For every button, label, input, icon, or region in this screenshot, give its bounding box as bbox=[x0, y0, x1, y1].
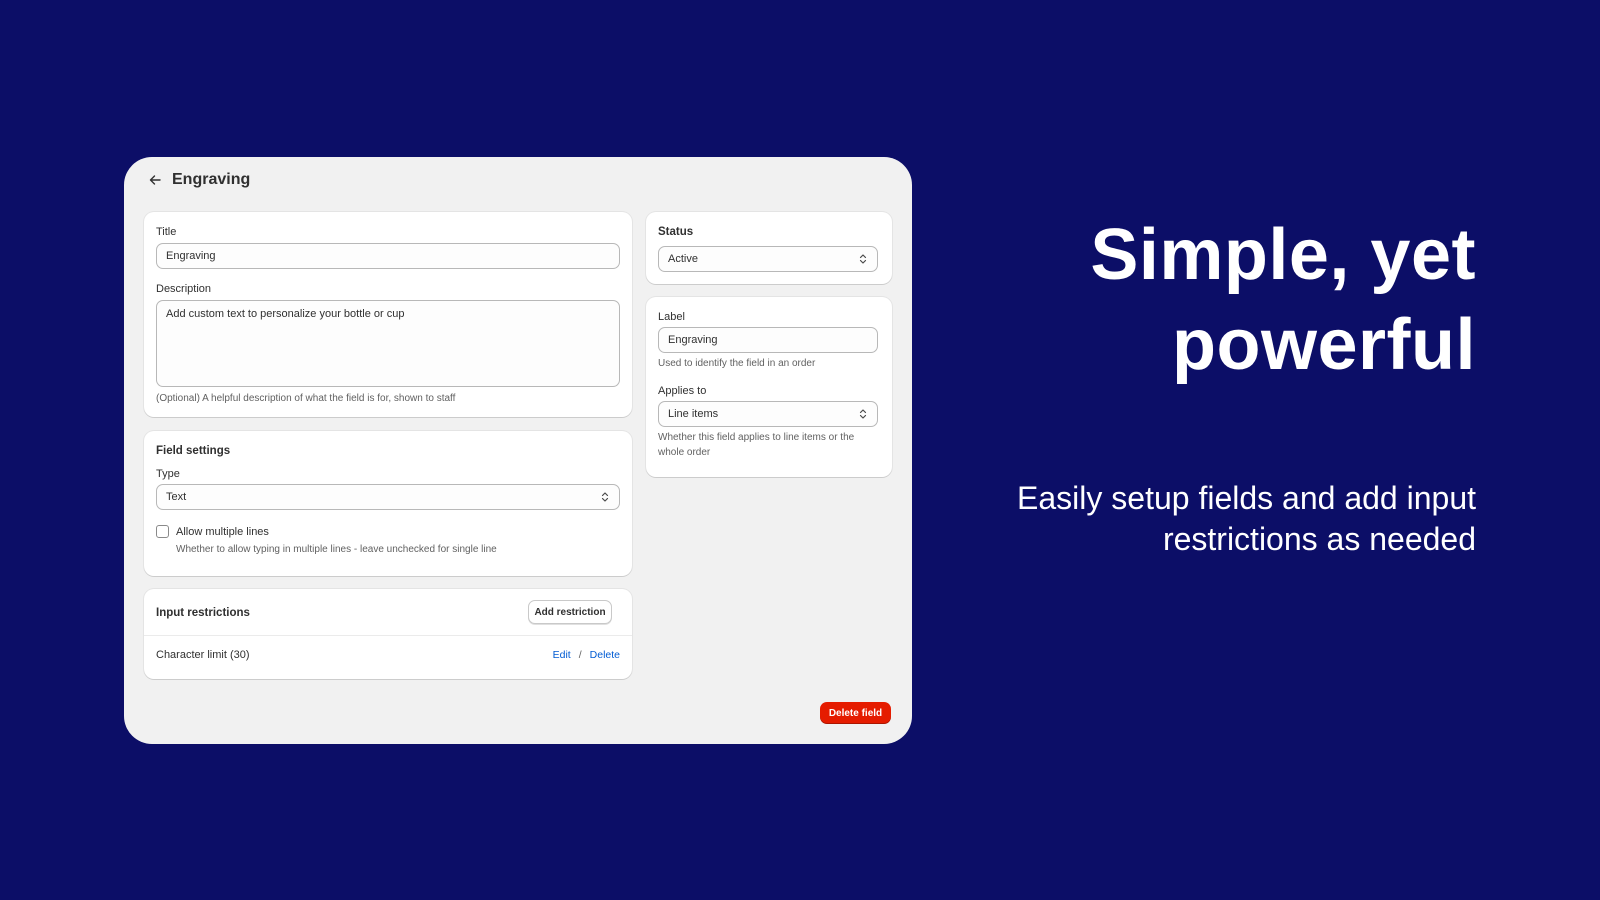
description-label: Description bbox=[156, 283, 212, 295]
title-label: Title bbox=[156, 226, 177, 238]
label-input-value: Engraving bbox=[668, 334, 718, 346]
description-textarea-value: Add custom text to personalize your bott… bbox=[166, 308, 405, 320]
field-editor-panel: Engraving Title Engraving Description Ad… bbox=[124, 157, 912, 744]
details-card: Title Engraving Description Add custom t… bbox=[144, 212, 632, 417]
allow-multiple-lines-label: Allow multiple lines bbox=[176, 526, 269, 538]
title-input[interactable]: Engraving bbox=[156, 243, 620, 269]
divider bbox=[144, 635, 632, 636]
description-textarea[interactable]: Add custom text to personalize your bott… bbox=[156, 300, 620, 387]
chevron-up-down-icon bbox=[858, 408, 868, 420]
type-label: Type bbox=[156, 468, 180, 480]
chevron-up-down-icon bbox=[600, 491, 610, 503]
status-heading: Status bbox=[658, 226, 694, 238]
restriction-label: Character limit (30) bbox=[156, 649, 250, 661]
restriction-row: Character limit (30) Edit / Delete bbox=[156, 649, 620, 661]
allow-multiple-lines-checkbox[interactable] bbox=[156, 525, 169, 538]
add-restriction-button[interactable]: Add restriction bbox=[528, 600, 612, 624]
input-restrictions-card: Input restrictions Add restriction Chara… bbox=[144, 589, 632, 679]
restriction-actions: Edit / Delete bbox=[553, 649, 620, 661]
label-help-text: Used to identify the field in an order bbox=[658, 358, 816, 369]
field-settings-card: Field settings Type Text Allow multiple … bbox=[144, 431, 632, 576]
input-restrictions-heading: Input restrictions bbox=[156, 607, 250, 619]
page-header: Engraving bbox=[146, 171, 250, 189]
label-input[interactable]: Engraving bbox=[658, 327, 878, 353]
label-field-label: Label bbox=[658, 311, 685, 323]
applies-to-label: Applies to bbox=[658, 385, 707, 397]
edit-restriction-link[interactable]: Edit bbox=[553, 649, 571, 661]
applies-to-select-value: Line items bbox=[668, 408, 719, 420]
arrow-left-icon bbox=[149, 175, 161, 185]
status-select-value: Active bbox=[668, 253, 698, 265]
marketing-headline: Simple, yet powerful bbox=[1090, 215, 1476, 385]
delete-restriction-link[interactable]: Delete bbox=[590, 649, 620, 661]
label-card: Label Engraving Used to identify the fie… bbox=[646, 297, 892, 477]
applies-to-help-text: Whether this field applies to line items… bbox=[658, 432, 855, 458]
back-button[interactable] bbox=[146, 171, 164, 189]
action-separator: / bbox=[578, 649, 582, 661]
description-help-text: (Optional) A helpful description of what… bbox=[156, 393, 456, 404]
type-select[interactable]: Text bbox=[156, 484, 620, 510]
applies-to-select[interactable]: Line items bbox=[658, 401, 878, 427]
status-card: Status Active bbox=[646, 212, 892, 284]
marketing-subline: Easily setup fields and add input restri… bbox=[1017, 480, 1476, 557]
title-input-value: Engraving bbox=[166, 250, 216, 262]
field-settings-heading: Field settings bbox=[156, 445, 231, 457]
status-select[interactable]: Active bbox=[658, 246, 878, 272]
delete-field-button[interactable]: Delete field bbox=[820, 702, 891, 724]
allow-multiple-lines-help: Whether to allow typing in multiple line… bbox=[176, 544, 497, 555]
page-title: Engraving bbox=[172, 171, 251, 188]
chevron-up-down-icon bbox=[858, 253, 868, 265]
type-select-value: Text bbox=[166, 491, 187, 503]
